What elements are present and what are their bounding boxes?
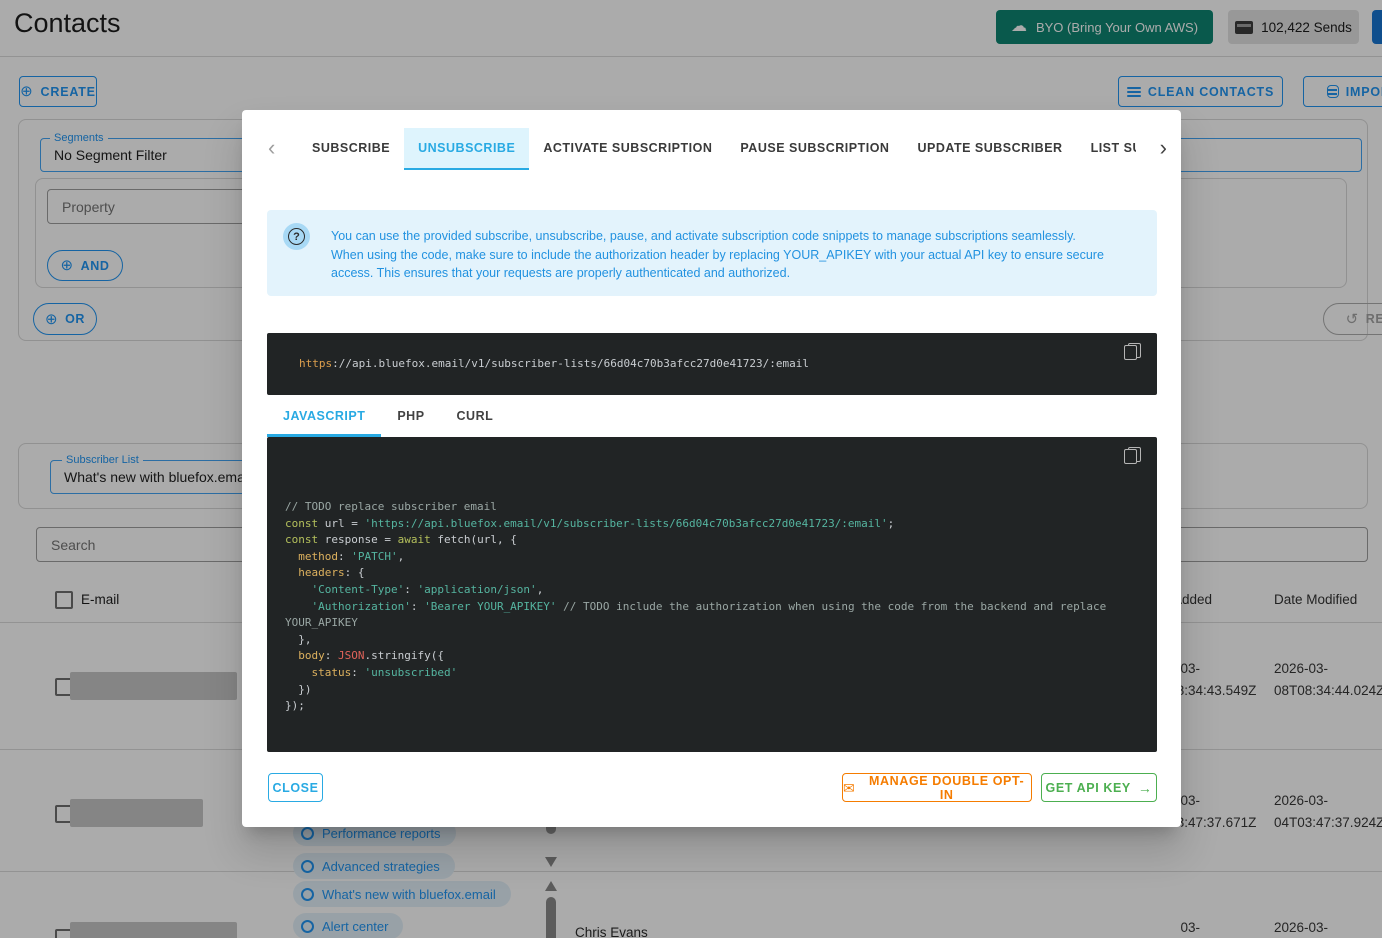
code-line: },	[285, 632, 1106, 649]
tabs-scroll-left-chevron-icon[interactable]: ‹	[268, 137, 275, 159]
code-tab-curl[interactable]: CURL	[441, 398, 510, 437]
modal-tab-bar: SUBSCRIBEUNSUBSCRIBEACTIVATE SUBSCRIPTIO…	[298, 128, 1136, 170]
copy-icon[interactable]	[1124, 343, 1141, 360]
tabs-scroll-right-chevron-icon[interactable]: ›	[1160, 137, 1167, 159]
close-label: CLOSE	[272, 781, 318, 795]
code-line: // TODO replace subscriber email	[285, 499, 1106, 516]
code-language-tabs: JAVASCRIPTPHPCURL	[267, 398, 509, 437]
modal-tab-update-subscriber[interactable]: UPDATE SUBSCRIBER	[903, 128, 1076, 170]
info-alert-text: You can use the provided subscribe, unsu…	[331, 227, 1104, 283]
manage-double-opt-in-button[interactable]: ✉ MANAGE DOUBLE OPT-IN	[842, 773, 1032, 802]
info-alert: ? You can use the provided subscribe, un…	[267, 210, 1157, 296]
code-snippet: // TODO replace subscriber emailconst ur…	[285, 499, 1106, 715]
code-line: method: 'PATCH',	[285, 549, 1106, 566]
screen: Contacts ☁ BYO (Bring Your Own AWS) 102,…	[0, 0, 1382, 938]
code-line: const response = await fetch(url, {	[285, 532, 1106, 549]
get-api-key-label: GET API KEY	[1046, 781, 1131, 795]
code-line: headers: {	[285, 565, 1106, 582]
code-line: })	[285, 682, 1106, 699]
api-snippets-modal: ‹ SUBSCRIBEUNSUBSCRIBEACTIVATE SUBSCRIPT…	[242, 110, 1181, 827]
modal-tab-list-subscribers[interactable]: LIST SUBSCRIBERS	[1077, 128, 1136, 170]
endpoint-url-block: https://api.bluefox.email/v1/subscriber-…	[267, 333, 1157, 395]
code-line: body: JSON.stringify({	[285, 648, 1106, 665]
code-snippet-block: // TODO replace subscriber emailconst ur…	[267, 437, 1157, 752]
copy-icon[interactable]	[1124, 447, 1141, 464]
code-tab-javascript[interactable]: JAVASCRIPT	[267, 398, 381, 437]
close-button[interactable]: CLOSE	[268, 773, 323, 802]
code-tab-php[interactable]: PHP	[381, 398, 440, 437]
help-circle-icon: ?	[283, 223, 310, 250]
endpoint-url: https://api.bluefox.email/v1/subscriber-…	[299, 356, 809, 373]
code-line: 'Authorization': 'Bearer YOUR_APIKEY' //…	[285, 599, 1106, 616]
manage-double-opt-in-label: MANAGE DOUBLE OPT-IN	[862, 774, 1031, 802]
code-line: });	[285, 698, 1106, 715]
code-line: YOUR_APIKEY	[285, 615, 1106, 632]
envelope-icon: ✉	[843, 781, 855, 795]
modal-tab-unsubscribe[interactable]: UNSUBSCRIBE	[404, 128, 529, 170]
get-api-key-button[interactable]: GET API KEY →	[1041, 773, 1157, 802]
modal-tab-activate-subscription[interactable]: ACTIVATE SUBSCRIPTION	[529, 128, 726, 170]
modal-tab-pause-subscription[interactable]: PAUSE SUBSCRIPTION	[726, 128, 903, 170]
code-line: const url = 'https://api.bluefox.email/v…	[285, 516, 1106, 533]
arrow-right-icon: →	[1138, 781, 1153, 795]
modal-tab-subscribe[interactable]: SUBSCRIBE	[298, 128, 404, 170]
code-line: 'Content-Type': 'application/json',	[285, 582, 1106, 599]
code-line: status: 'unsubscribed'	[285, 665, 1106, 682]
